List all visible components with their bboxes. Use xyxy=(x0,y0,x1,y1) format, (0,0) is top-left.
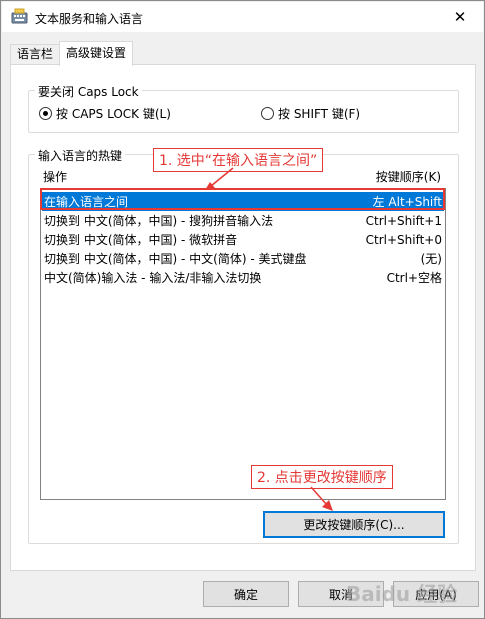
hotkeys-legend: 输入语言的热键 xyxy=(35,147,126,164)
hotkey-list[interactable]: 在输入语言之间 左 Alt+Shift 切换到 中文(简体，中国) - 搜狗拼音… xyxy=(40,188,446,500)
list-item[interactable]: 在输入语言之间 左 Alt+Shift xyxy=(42,192,444,211)
change-key-sequence-button[interactable]: 更改按键顺序(C)... xyxy=(263,511,445,538)
tab-language-bar[interactable]: 语言栏 xyxy=(10,44,60,65)
shift-option-label: 按 SHIFT 键(F) xyxy=(278,107,361,121)
list-item-keys: (无) xyxy=(420,252,442,266)
caps-lock-group: 要关闭 Caps Lock 按 CAPS LOCK 键(L) 按 SHIFT 键… xyxy=(28,83,459,133)
dialog-window: 文本服务和输入语言 ✕ 语言栏 高级键设置 要关闭 Caps Lock 按 CA… xyxy=(0,0,485,619)
keyboard-app-icon xyxy=(11,8,28,24)
list-item[interactable]: 中文(简体)输入法 - 输入法/非输入法切换 Ctrl+空格 xyxy=(42,268,444,287)
list-item[interactable]: 切换到 中文(简体，中国) - 搜狗拼音输入法 Ctrl+Shift+1 xyxy=(42,211,444,230)
column-header-action: 操作 xyxy=(43,170,68,184)
column-header-key-sequence: 按键顺序(K) xyxy=(375,170,441,184)
tab-panel: 要关闭 Caps Lock 按 CAPS LOCK 键(L) 按 SHIFT 键… xyxy=(10,64,476,571)
step2-arrow-icon xyxy=(310,486,333,511)
close-button[interactable]: ✕ xyxy=(437,2,483,32)
window-title: 文本服务和输入语言 xyxy=(35,12,144,26)
apply-button[interactable]: 应用(A) xyxy=(393,581,479,607)
list-item-action: 在输入语言之间 xyxy=(44,195,129,209)
radio-caps-lock[interactable] xyxy=(39,107,52,120)
ok-button[interactable]: 确定 xyxy=(203,581,289,607)
list-item-action: 切换到 中文(简体，中国) - 微软拼音 xyxy=(44,233,238,247)
list-item-action: 中文(简体)输入法 - 输入法/非输入法切换 xyxy=(44,271,262,285)
caps-lock-legend: 要关闭 Caps Lock xyxy=(35,83,142,100)
list-item-keys: 左 Alt+Shift xyxy=(372,195,442,209)
step1-arrow-icon xyxy=(205,167,234,190)
cancel-button[interactable]: 取消 xyxy=(298,581,384,607)
list-item[interactable]: 切换到 中文(简体，中国) - 微软拼音 Ctrl+Shift+0 xyxy=(42,230,444,249)
caps-lock-option[interactable]: 按 CAPS LOCK 键(L) xyxy=(39,105,171,122)
list-item-keys: Ctrl+Shift+1 xyxy=(365,213,442,228)
radio-shift[interactable] xyxy=(261,107,274,120)
shift-option[interactable]: 按 SHIFT 键(F) xyxy=(261,105,360,122)
list-item[interactable]: 切换到 中文(简体，中国) - 中文(简体) - 美式键盘 (无) xyxy=(42,249,444,268)
caps-lock-option-label: 按 CAPS LOCK 键(L) xyxy=(56,107,171,121)
list-item-action: 切换到 中文(简体，中国) - 中文(简体) - 美式键盘 xyxy=(44,252,307,266)
close-icon: ✕ xyxy=(453,8,467,26)
list-item-action: 切换到 中文(简体，中国) - 搜狗拼音输入法 xyxy=(44,214,274,228)
title-bar: 文本服务和输入语言 ✕ xyxy=(2,2,483,32)
list-item-keys: Ctrl+空格 xyxy=(386,271,442,285)
list-item-keys: Ctrl+Shift+0 xyxy=(365,232,442,247)
tab-advanced-key-settings[interactable]: 高级键设置 xyxy=(59,41,133,66)
